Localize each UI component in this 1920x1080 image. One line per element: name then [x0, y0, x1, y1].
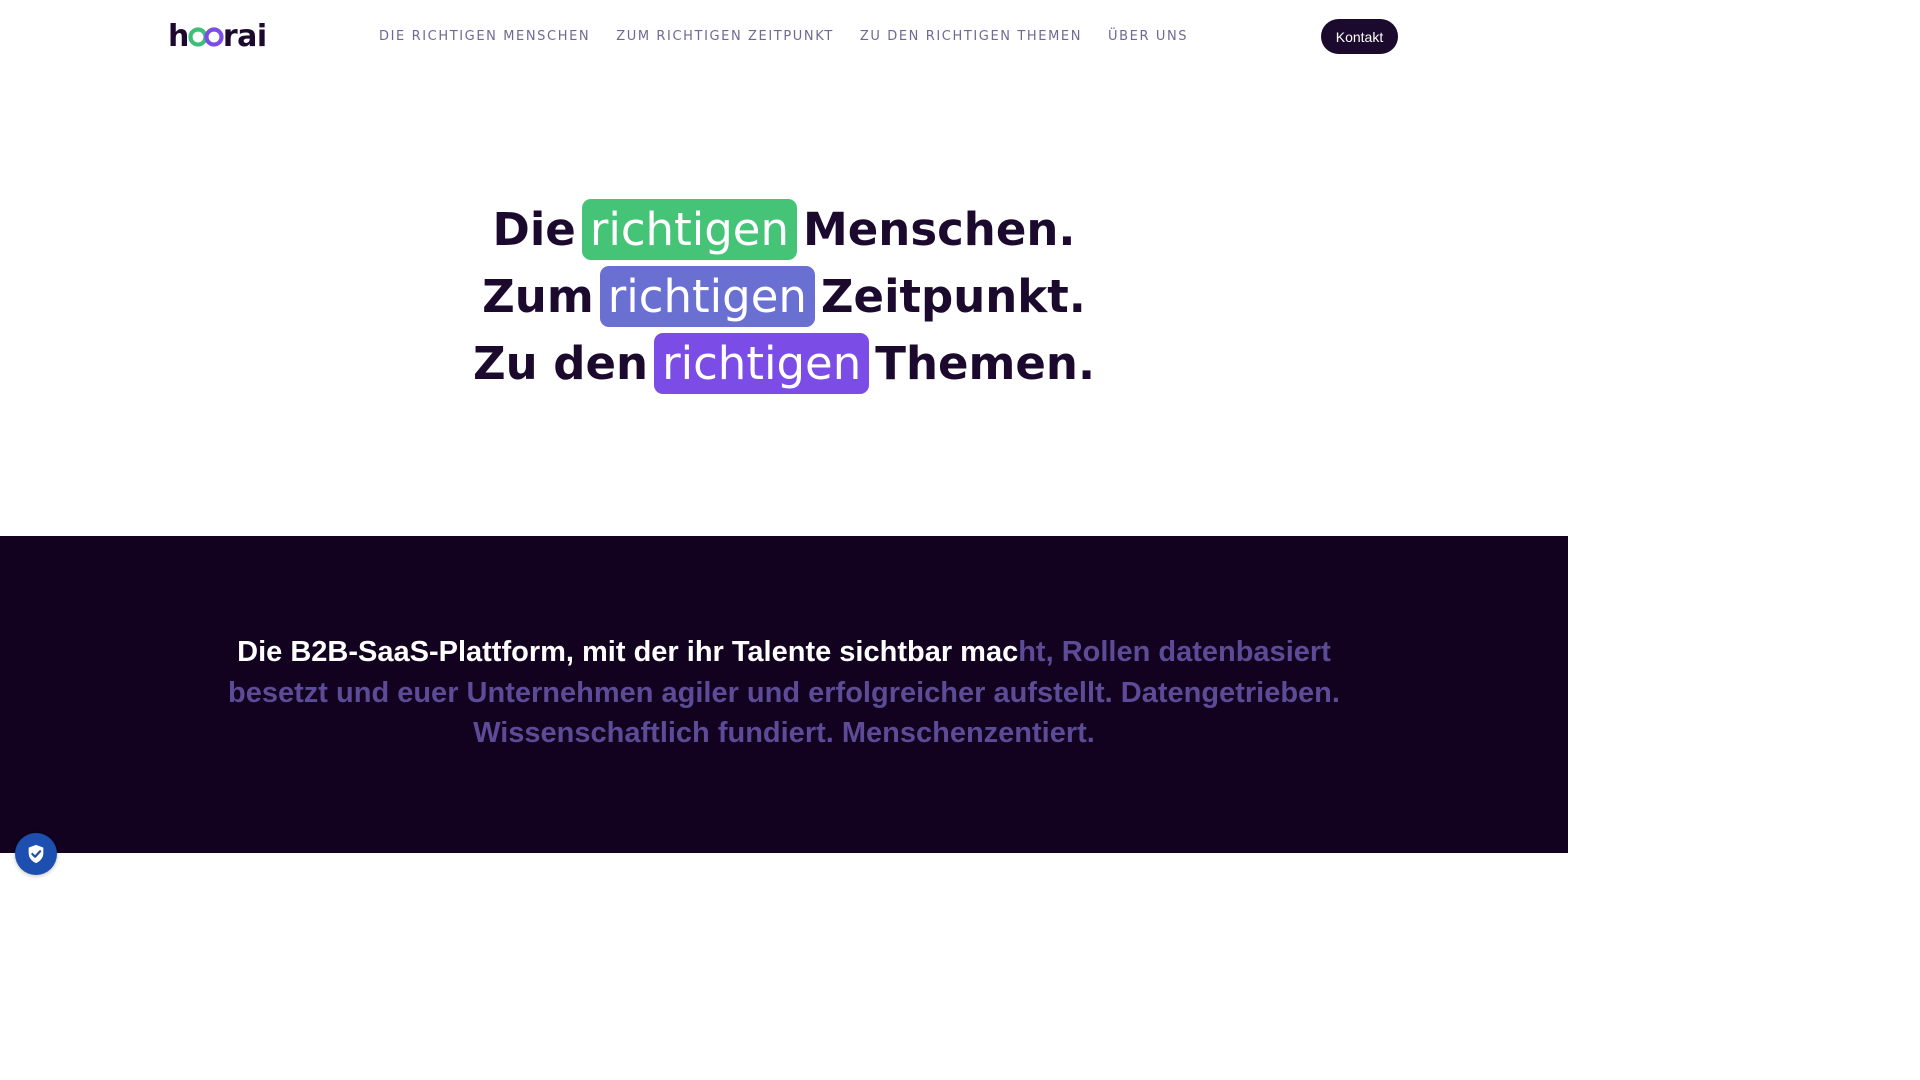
hero-highlight-pill: richtigen: [599, 266, 815, 327]
intro-text: Die B2B-SaaS-Plattform, mit der ihr Tale…: [200, 632, 1368, 754]
main-nav: DIE RICHTIGEN MENSCHEN ZUM RICHTIGEN ZEI…: [379, 27, 1188, 47]
intro-text-revealed: Die B2B-SaaS-Plattform, mit der ihr Tale…: [237, 636, 1019, 668]
hero-line-themen: Zu den richtigen Themen.: [0, 330, 1568, 397]
hero-line-zeitpunkt: Zum richtigen Zeitpunkt.: [0, 263, 1568, 330]
nav-link-ueber-uns[interactable]: ÜBER UNS: [1108, 27, 1188, 47]
hero-line-suffix: Menschen.: [803, 203, 1076, 256]
hero-line-suffix: Themen.: [875, 337, 1096, 390]
hero-highlight-pill: richtigen: [654, 333, 870, 394]
nav-link-themen[interactable]: ZU DEN RICHTIGEN THEMEN: [860, 27, 1082, 47]
hero-line-menschen: Die richtigen Menschen.: [0, 196, 1568, 263]
hero-highlight-pill: richtigen: [581, 199, 797, 260]
hero-line-prefix: Zu den: [472, 337, 649, 390]
privacy-settings-button[interactable]: [15, 833, 57, 875]
hero-section: Die richtigen Menschen. Zum richtigen Ze…: [0, 196, 1568, 397]
logo-infinity-icon: [188, 27, 224, 47]
intro-section: Die B2B-SaaS-Plattform, mit der ihr Tale…: [0, 536, 1568, 853]
logo-letter-h: h: [168, 18, 189, 54]
nav-link-zeitpunkt[interactable]: ZUM RICHTIGEN ZEITPUNKT: [616, 27, 834, 47]
hero-headline: Die richtigen Menschen. Zum richtigen Ze…: [0, 196, 1568, 397]
shield-check-icon: [28, 844, 44, 864]
site-header: h rai DIE RICHTIGEN MENSCHEN ZUM RICHTIG…: [0, 0, 1568, 74]
hero-line-suffix: Zeitpunkt.: [820, 270, 1086, 323]
contact-button[interactable]: Kontakt: [1321, 19, 1398, 54]
nav-link-menschen[interactable]: DIE RICHTIGEN MENSCHEN: [379, 27, 590, 47]
hero-line-prefix: Die: [492, 203, 576, 256]
logo-letters-rai: rai: [222, 18, 267, 54]
hero-line-prefix: Zum: [482, 270, 594, 323]
hoorai-logo[interactable]: h rai: [168, 18, 267, 54]
